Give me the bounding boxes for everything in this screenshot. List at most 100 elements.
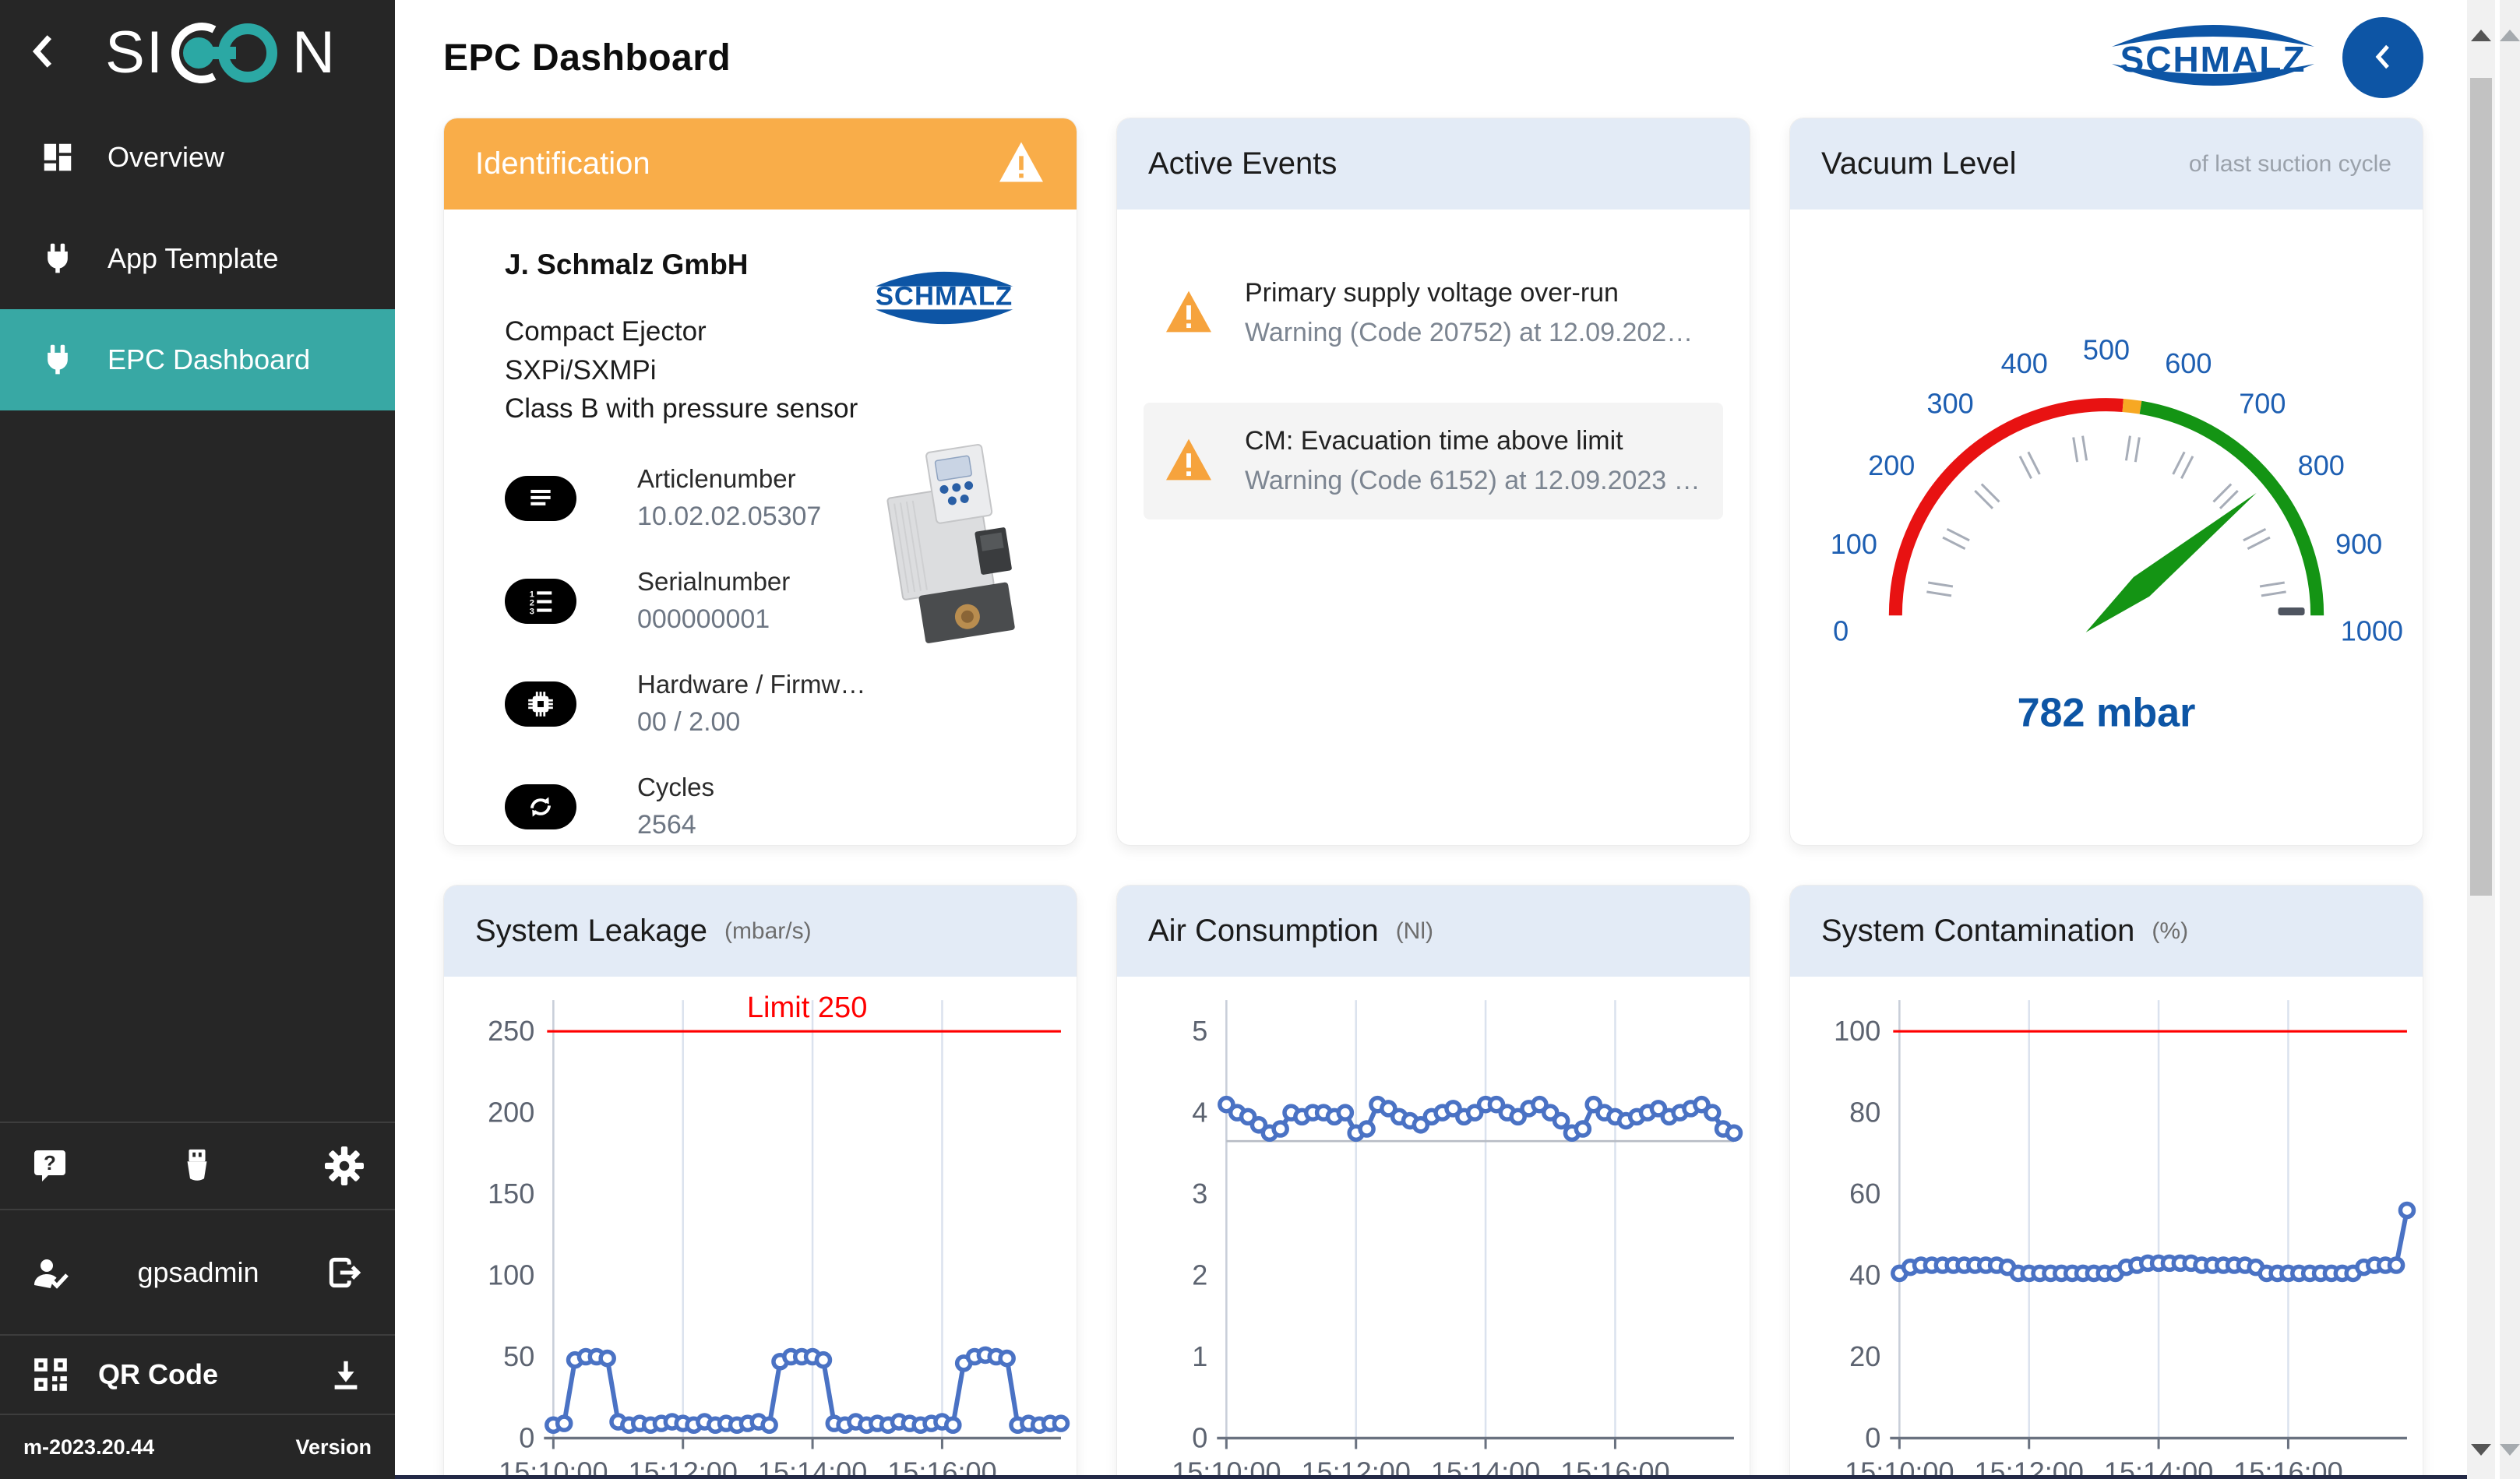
- field-value: 10.02.02.05307: [637, 502, 821, 532]
- event-subtitle: Warning (Code 20752) at 12.09.202…: [1245, 318, 1693, 348]
- sicon-logo: SI N: [67, 17, 375, 89]
- svg-text:2: 2: [1192, 1259, 1207, 1291]
- scroll-down-arrow-icon[interactable]: [2471, 1444, 2491, 1456]
- sidebar-item-overview[interactable]: Overview: [0, 107, 395, 208]
- card-system-contamination: System Contamination (%) 02040608010015:…: [1789, 885, 2423, 1479]
- svg-text:0: 0: [519, 1421, 534, 1453]
- svg-text:15:10:00: 15:10:00: [1172, 1456, 1281, 1477]
- field-value: 2564: [637, 810, 714, 840]
- scroll-up-arrow-icon[interactable]: [2471, 30, 2491, 41]
- sidebar-item-label: EPC Dashboard: [107, 343, 310, 376]
- gear-icon[interactable]: [325, 1146, 364, 1185]
- svg-text:4: 4: [1192, 1097, 1207, 1129]
- plug-icon: [37, 241, 78, 276]
- svg-text:15:12:00: 15:12:00: [1974, 1456, 2083, 1477]
- chevron-left-icon: [26, 30, 61, 75]
- event-title: Primary supply voltage over-run: [1245, 278, 1693, 308]
- chevron-left-icon: [2369, 40, 2397, 76]
- svg-text:1000: 1000: [2341, 614, 2403, 646]
- svg-text:100: 100: [1834, 1015, 1880, 1047]
- scroll-up-arrow-icon[interactable]: [2500, 30, 2520, 41]
- svg-text:300: 300: [1927, 387, 1974, 419]
- help-icon[interactable]: ?: [31, 1147, 69, 1185]
- sicon-chain-icon: [166, 17, 291, 89]
- svg-text:60: 60: [1849, 1178, 1880, 1210]
- inner-scrollbar[interactable]: [2467, 0, 2495, 1479]
- event-subtitle: Warning (Code 6152) at 12.09.2023 …: [1245, 466, 1701, 496]
- sync-icon: [505, 784, 576, 829]
- sidebar-nav: Overview App Template EPC Dashboard: [0, 107, 395, 410]
- svg-text:15:12:00: 15:12:00: [1301, 1456, 1410, 1477]
- field-value: 000000001: [637, 604, 790, 635]
- field-label: Articlenumber: [637, 464, 821, 494]
- sidebar-collapse-button[interactable]: [20, 30, 67, 76]
- warning-icon: [1164, 437, 1214, 486]
- outer-scrollbar[interactable]: [2500, 0, 2520, 1479]
- svg-text:800: 800: [2298, 449, 2345, 481]
- active-events-header: Active Events: [1117, 118, 1750, 210]
- svg-text:15:14:00: 15:14:00: [758, 1456, 867, 1477]
- product-line2: Class B with pressure sensor: [505, 389, 863, 428]
- card-air-consumption: Air Consumption (Nl) 01234515:10:0015:12…: [1116, 885, 1750, 1479]
- svg-text:100: 100: [1831, 528, 1877, 560]
- field-hardware-firmware: Hardware / Firmw… 00 / 2.00: [505, 670, 1033, 738]
- identification-header: Identification: [444, 118, 1077, 210]
- svg-text:1: 1: [1192, 1340, 1207, 1372]
- svg-text:3: 3: [1192, 1178, 1207, 1210]
- sidebar-item-label: App Template: [107, 242, 278, 275]
- air-consumption-chart: 01234515:10:0015:12:0015:14:0015:16:00: [1117, 977, 1750, 1477]
- svg-text:782 mbar: 782 mbar: [2018, 691, 2196, 736]
- logout-icon[interactable]: [325, 1253, 364, 1292]
- sidebar-item-app-template[interactable]: App Template: [0, 208, 395, 309]
- svg-text:5: 5: [1192, 1015, 1207, 1047]
- panel-collapse-button[interactable]: [2342, 17, 2423, 98]
- viewport-bottom-edge: [395, 1475, 2467, 1479]
- user-check-icon[interactable]: [31, 1254, 72, 1291]
- field-label: Cycles: [637, 773, 714, 802]
- card-title: Identification: [475, 146, 650, 181]
- svg-text:SCHMALZ: SCHMALZ: [876, 281, 1013, 311]
- system-contamination-header: System Contamination (%): [1790, 886, 2423, 977]
- event-title: CM: Evacuation time above limit: [1245, 426, 1701, 456]
- usb-device-icon[interactable]: [179, 1146, 215, 1185]
- svg-text:15:16:00: 15:16:00: [1560, 1456, 1669, 1477]
- sidebar: SI N Overview App Template: [0, 0, 395, 1479]
- svg-text:Limit 250: Limit 250: [747, 991, 868, 1024]
- card-unit: (%): [2152, 918, 2188, 945]
- qr-code-row[interactable]: QR Code: [0, 1336, 395, 1414]
- numbered-list-icon: 123: [505, 579, 576, 624]
- card-unit: (Nl): [1396, 918, 1433, 945]
- contamination-chart: 02040608010015:10:0015:12:0015:14:0015:1…: [1790, 977, 2423, 1477]
- svg-text:150: 150: [488, 1178, 534, 1210]
- card-vacuum-level: Vacuum Level of last suction cycle 01002…: [1789, 118, 2423, 846]
- product-line1: Compact Ejector SXPi/SXMPi: [505, 312, 863, 389]
- card-title: Air Consumption: [1148, 914, 1379, 949]
- leakage-chart: 050100150200250Limit 25015:10:0015:12:00…: [444, 977, 1077, 1477]
- main-content: EPC Dashboard SCHMALZ Identification: [395, 0, 2467, 1479]
- svg-text:600: 600: [2165, 347, 2212, 379]
- card-title: System Leakage: [475, 914, 707, 949]
- svg-text:15:10:00: 15:10:00: [1845, 1456, 1954, 1477]
- schmalz-logo: SCHMALZ: [2106, 16, 2321, 100]
- scrollbar-thumb[interactable]: [2470, 78, 2492, 896]
- scroll-down-arrow-icon[interactable]: [2500, 1444, 2520, 1456]
- card-unit: (mbar/s): [724, 918, 812, 945]
- svg-text:?: ?: [44, 1151, 56, 1174]
- event-row[interactable]: Primary supply voltage over-run Warning …: [1144, 255, 1723, 372]
- svg-text:0: 0: [1865, 1421, 1880, 1453]
- svg-text:40: 40: [1849, 1259, 1880, 1291]
- download-icon[interactable]: [328, 1357, 364, 1393]
- svg-text:15:16:00: 15:16:00: [2233, 1456, 2342, 1477]
- svg-text:15:14:00: 15:14:00: [2104, 1456, 2213, 1477]
- dashboard-icon: [37, 139, 78, 175]
- card-active-events: Active Events Primary supply voltage ove…: [1116, 118, 1750, 846]
- sidebar-item-label: Overview: [107, 141, 224, 174]
- svg-text:80: 80: [1849, 1097, 1880, 1129]
- svg-text:100: 100: [488, 1259, 534, 1291]
- schmalz-badge-logo: SCHMALZ: [848, 258, 1041, 343]
- version-label: Version: [295, 1435, 372, 1460]
- svg-text:0: 0: [1833, 614, 1849, 646]
- sidebar-item-epc-dashboard[interactable]: EPC Dashboard: [0, 309, 395, 410]
- field-label: Hardware / Firmw…: [637, 670, 865, 699]
- event-row[interactable]: CM: Evacuation time above limit Warning …: [1144, 403, 1723, 519]
